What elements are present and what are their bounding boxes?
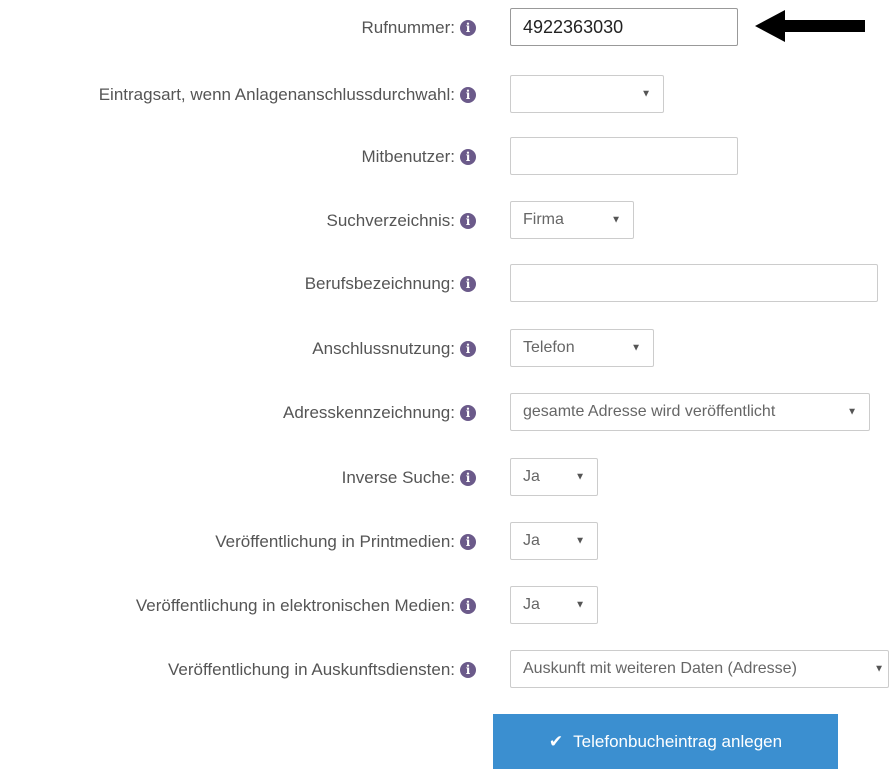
- elektronische-medien-label: Veröffentlichung in elektronischen Medie…: [135, 596, 455, 615]
- suchverzeichnis-select[interactable]: Firma ▼: [510, 201, 634, 239]
- elektronische-medien-select[interactable]: Ja ▼: [510, 586, 598, 624]
- eintragsart-label: Eintragsart, wenn Anlagenanschlussdurchw…: [98, 85, 455, 104]
- chevron-down-icon: ▼: [575, 471, 585, 483]
- info-icon[interactable]: i: [460, 598, 476, 614]
- adresskennzeichnung-label: Adresskennzeichnung:: [282, 403, 455, 422]
- berufsbezeichnung-label: Berufsbezeichnung:: [304, 274, 455, 293]
- info-icon[interactable]: i: [460, 20, 476, 36]
- check-icon: ✔: [548, 731, 564, 751]
- auskunftsdienste-select[interactable]: Auskunft mit weiteren Daten (Adresse) ▼: [510, 650, 889, 688]
- chevron-down-icon: ▼: [575, 599, 585, 611]
- printmedien-value: Ja: [523, 532, 540, 549]
- form-row-suchverzeichnis: Suchverzeichnis: i Firma ▼: [0, 201, 889, 241]
- submit-button[interactable]: ✔ Telefonbucheintrag anlegen: [493, 714, 838, 769]
- auskunftsdienste-label: Veröffentlichung in Auskunftsdiensten:: [168, 660, 455, 679]
- rufnummer-value: 4922363030: [523, 16, 624, 37]
- info-icon[interactable]: i: [460, 470, 476, 486]
- rufnummer-input[interactable]: 4922363030: [510, 8, 738, 46]
- chevron-down-icon: ▼: [575, 535, 585, 547]
- info-icon[interactable]: i: [460, 534, 476, 550]
- form-row-anschlussnutzung: Anschlussnutzung: i Telefon ▼: [0, 329, 889, 369]
- chevron-down-icon: ▼: [611, 214, 621, 226]
- info-icon[interactable]: i: [460, 276, 476, 292]
- mitbenutzer-label: Mitbenutzer:: [361, 147, 455, 166]
- suchverzeichnis-value: Firma: [523, 211, 564, 228]
- info-icon[interactable]: i: [460, 87, 476, 103]
- inverse-suche-value: Ja: [523, 468, 540, 485]
- left-arrow-icon: [755, 10, 865, 42]
- form-row-auskunftsdienste: Veröffentlichung in Auskunftsdiensten: i…: [0, 650, 889, 690]
- form-row-berufsbezeichnung: Berufsbezeichnung: i: [0, 264, 889, 304]
- auskunftsdienste-value: Auskunft mit weiteren Daten (Adresse): [523, 660, 797, 677]
- adresskennzeichnung-select[interactable]: gesamte Adresse wird veröffentlicht ▼: [510, 393, 870, 431]
- info-icon[interactable]: i: [460, 341, 476, 357]
- info-icon[interactable]: i: [460, 213, 476, 229]
- chevron-down-icon: ▼: [847, 406, 857, 418]
- info-icon[interactable]: i: [460, 405, 476, 421]
- inverse-suche-select[interactable]: Ja ▼: [510, 458, 598, 496]
- form-row-inverse-suche: Inverse Suche: i Ja ▼: [0, 458, 889, 498]
- info-icon[interactable]: i: [460, 662, 476, 678]
- mitbenutzer-input[interactable]: [510, 137, 738, 175]
- form-row-adresskennzeichnung: Adresskennzeichnung: i gesamte Adresse w…: [0, 393, 889, 433]
- eintragsart-select[interactable]: ▼: [510, 75, 664, 113]
- form-row-printmedien: Veröffentlichung in Printmedien: i Ja ▼: [0, 522, 889, 562]
- printmedien-label: Veröffentlichung in Printmedien:: [215, 532, 455, 551]
- form-row-eintragsart: Eintragsart, wenn Anlagenanschlussdurchw…: [0, 75, 889, 115]
- adresskennzeichnung-value: gesamte Adresse wird veröffentlicht: [523, 403, 776, 420]
- chevron-down-icon: ▼: [641, 88, 651, 100]
- chevron-down-icon: ▼: [874, 663, 884, 675]
- chevron-down-icon: ▼: [631, 342, 641, 354]
- anschlussnutzung-select[interactable]: Telefon ▼: [510, 329, 654, 367]
- inverse-suche-label: Inverse Suche:: [341, 468, 455, 487]
- info-icon[interactable]: i: [460, 149, 476, 165]
- elektronische-medien-value: Ja: [523, 596, 540, 613]
- suchverzeichnis-label: Suchverzeichnis:: [326, 211, 455, 230]
- form-row-elektronische-medien: Veröffentlichung in elektronischen Medie…: [0, 586, 889, 626]
- rufnummer-label: Rufnummer:: [361, 18, 455, 37]
- anschlussnutzung-value: Telefon: [523, 339, 575, 356]
- printmedien-select[interactable]: Ja ▼: [510, 522, 598, 560]
- berufsbezeichnung-input[interactable]: [510, 264, 878, 302]
- submit-button-label: Telefonbucheintrag anlegen: [573, 731, 783, 751]
- anschlussnutzung-label: Anschlussnutzung:: [312, 339, 455, 358]
- form-row-mitbenutzer: Mitbenutzer: i: [0, 137, 889, 177]
